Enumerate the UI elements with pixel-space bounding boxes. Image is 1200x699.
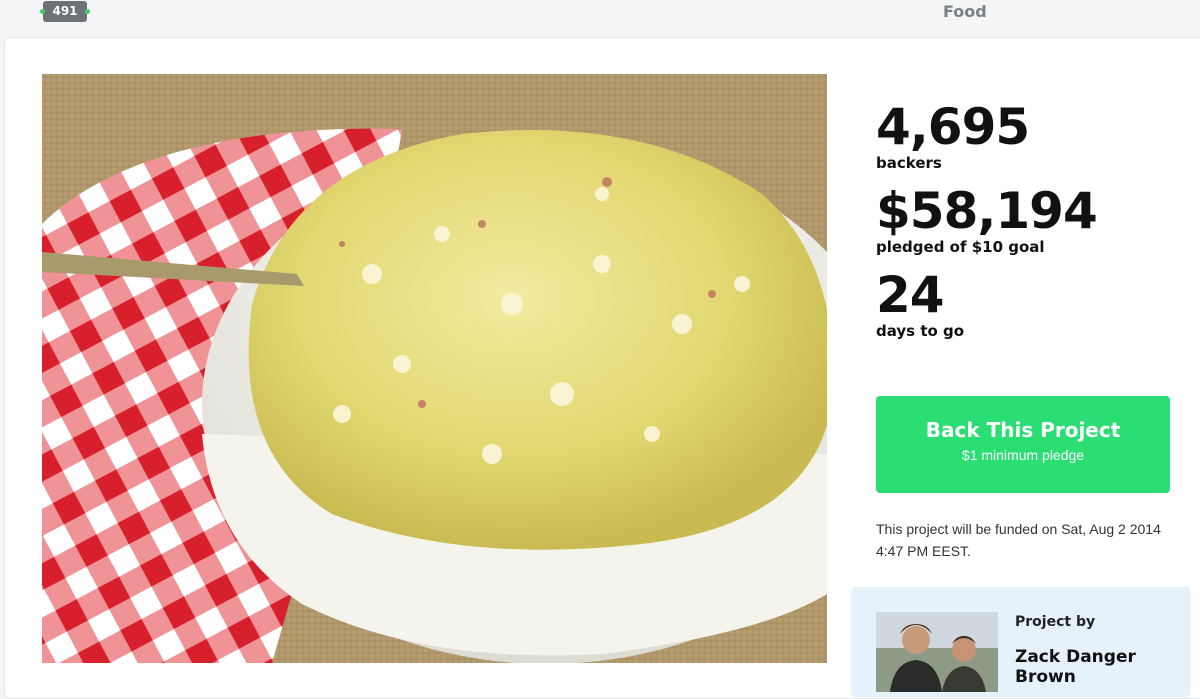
category-link[interactable]: Food (943, 2, 987, 21)
days-count: 24 (876, 266, 945, 324)
creator-panel: Project by Zack Danger Brown (851, 587, 1191, 697)
pledged-amount: $58,194 (876, 182, 1098, 240)
back-project-button[interactable]: Back This Project $1 minimum pledge (876, 396, 1170, 493)
creator-avatar[interactable] (876, 612, 998, 692)
badge-left-dot (40, 9, 45, 14)
top-bar: 491 Food (0, 0, 1200, 36)
project-by-label: Project by (1015, 614, 1096, 630)
badge-count: 491 (52, 4, 78, 18)
backers-label: backers (876, 154, 942, 172)
stats-panel: 4,695 backers $58,194 pledged of $10 goa… (876, 100, 1176, 352)
back-project-label: Back This Project (925, 418, 1121, 442)
project-image[interactable] (42, 74, 827, 663)
funding-note: This project will be funded on Sat, Aug … (876, 521, 1161, 559)
days-label: days to go (876, 322, 965, 340)
backers-count: 4,695 (876, 98, 1030, 156)
count-badge[interactable]: 491 (40, 1, 90, 22)
badge-right-dot (85, 9, 90, 14)
creator-name[interactable]: Zack Danger Brown (1015, 647, 1165, 687)
minimum-pledge-label: $1 minimum pledge (961, 447, 1085, 463)
pledged-label: pledged of $10 goal (876, 238, 1045, 256)
